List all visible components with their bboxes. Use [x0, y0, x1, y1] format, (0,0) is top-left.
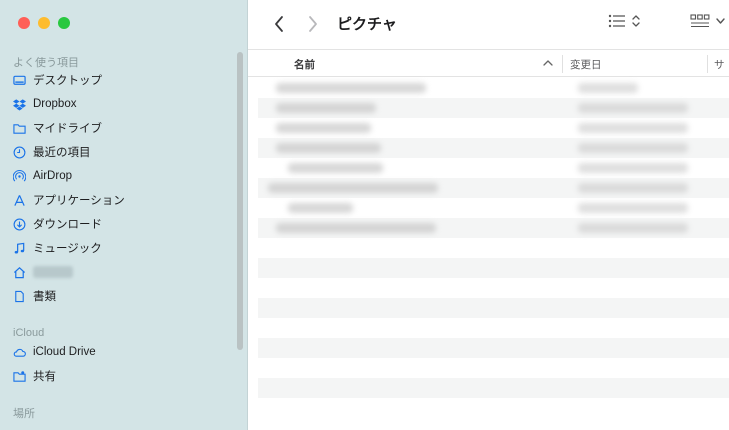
minimize-button[interactable] [38, 17, 50, 29]
section-title-locations: 場所 [13, 408, 35, 420]
table-row [258, 398, 729, 418]
sidebar-item-shared[interactable]: 共有 [13, 365, 56, 387]
sidebar-item-label: ミュージック [33, 243, 102, 255]
finder-window: よく使う項目 デスクトップ Dropbox マイドライブ 最近の項目 AirDr… [0, 0, 729, 430]
sidebar-item-downloads[interactable]: ダウンロード [13, 213, 102, 235]
table-row [258, 278, 729, 298]
sidebar-item-icloud-drive[interactable]: iCloud Drive [13, 341, 96, 363]
chevron-right-icon [309, 16, 317, 32]
close-button[interactable] [18, 17, 30, 29]
toolbar: ピクチャ [248, 0, 729, 50]
sidebar-scrollbar[interactable] [237, 52, 243, 350]
column-divider[interactable] [707, 55, 708, 73]
sidebar-item-my-drive[interactable]: マイドライブ [13, 117, 102, 139]
sidebar-item-label: 最近の項目 [33, 147, 91, 159]
desktop-icon [13, 74, 26, 87]
view-options-button[interactable] [608, 14, 640, 28]
sidebar-item-applications[interactable]: アプリケーション [13, 189, 125, 211]
sidebar-item-label-redacted [33, 266, 73, 278]
sidebar-item-label: デスクトップ [33, 75, 102, 87]
main-content: ピクチャ 名前 変更日 サ [248, 0, 729, 430]
sidebar-item-label: AirDrop [33, 170, 72, 182]
table-row [258, 318, 729, 338]
table-row[interactable] [258, 98, 729, 118]
sidebar-item-home[interactable] [13, 261, 73, 283]
zoom-button[interactable] [58, 17, 70, 29]
back-button[interactable] [268, 13, 290, 35]
file-list [258, 78, 729, 418]
table-row [258, 338, 729, 358]
column-header: 名前 変更日 サ [248, 51, 729, 77]
sidebar-item-label: Dropbox [33, 98, 77, 110]
sidebar-item-airdrop[interactable]: AirDrop [13, 165, 72, 187]
sidebar-item-dropbox[interactable]: Dropbox [13, 93, 76, 115]
column-divider[interactable] [562, 55, 563, 73]
grid-group-icon [690, 14, 710, 28]
sidebar: よく使う項目 デスクトップ Dropbox マイドライブ 最近の項目 AirDr… [0, 0, 248, 430]
sort-ascending-icon [543, 60, 553, 66]
forward-button[interactable] [302, 13, 324, 35]
column-modified-date[interactable]: 変更日 [570, 51, 602, 77]
sidebar-item-label: マイドライブ [33, 123, 102, 135]
cloud-icon [13, 346, 26, 359]
table-row[interactable] [258, 158, 729, 178]
sidebar-item-label: 共有 [33, 371, 56, 383]
table-row [258, 238, 729, 258]
sidebar-item-label: アプリケーション [33, 195, 125, 207]
window-title: ピクチャ [337, 16, 397, 33]
document-icon [13, 290, 26, 303]
table-row [258, 358, 729, 378]
list-view-icon [608, 14, 625, 28]
chevron-updown-icon [632, 15, 640, 27]
chevron-down-icon [716, 18, 725, 24]
shared-folder-icon [13, 370, 26, 383]
table-row[interactable] [258, 198, 729, 218]
table-row[interactable] [258, 118, 729, 138]
table-row [258, 298, 729, 318]
table-row[interactable] [258, 178, 729, 198]
dropbox-icon [13, 98, 26, 111]
clock-icon [13, 146, 26, 159]
folder-icon [13, 122, 26, 135]
section-title-icloud: iCloud [13, 327, 45, 339]
sidebar-item-recents[interactable]: 最近の項目 [13, 141, 91, 163]
sidebar-item-label: ダウンロード [33, 219, 102, 231]
column-size[interactable]: サ [714, 51, 725, 77]
table-row[interactable] [258, 218, 729, 238]
music-icon [13, 242, 26, 255]
home-icon [13, 266, 26, 279]
sidebar-item-documents[interactable]: 書類 [13, 285, 56, 307]
applications-icon [13, 194, 26, 207]
sidebar-item-label: iCloud Drive [33, 346, 96, 358]
airdrop-icon [13, 169, 26, 183]
column-name[interactable]: 名前 [294, 51, 315, 77]
table-row[interactable] [258, 78, 729, 98]
table-row [258, 258, 729, 278]
sidebar-item-label: 書類 [33, 291, 56, 303]
sidebar-item-desktop[interactable]: デスクトップ [13, 69, 102, 91]
chevron-left-icon [275, 16, 283, 32]
section-title-favorites: よく使う項目 [13, 57, 79, 69]
table-row[interactable] [258, 138, 729, 158]
download-icon [13, 218, 26, 231]
sidebar-item-music[interactable]: ミュージック [13, 237, 102, 259]
table-row [258, 378, 729, 398]
window-controls [18, 17, 70, 29]
group-button[interactable] [690, 14, 725, 28]
